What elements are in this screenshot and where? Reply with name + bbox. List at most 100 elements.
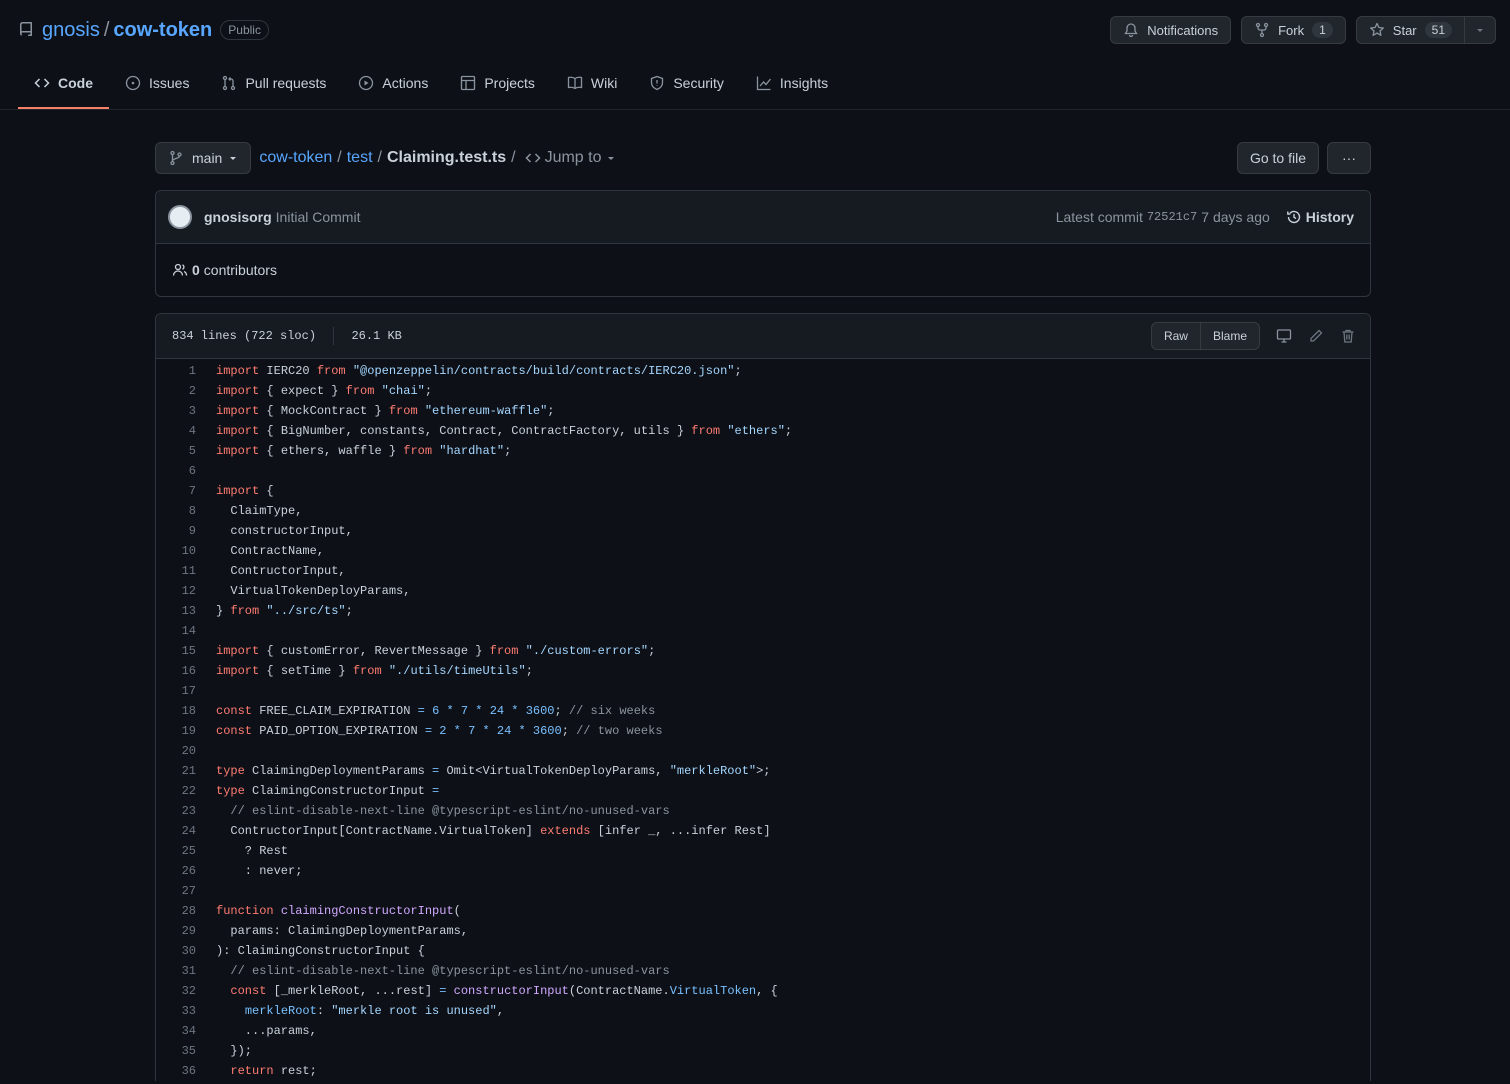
line-number[interactable]: 33 bbox=[156, 1004, 206, 1018]
history-link[interactable]: History bbox=[1286, 209, 1354, 225]
line-number[interactable]: 11 bbox=[156, 564, 206, 578]
graph-icon bbox=[756, 75, 772, 91]
line-number[interactable]: 28 bbox=[156, 904, 206, 918]
tab-insights-label: Insights bbox=[779, 75, 829, 91]
breadcrumb-separator: / bbox=[337, 149, 342, 166]
line-number[interactable]: 5 bbox=[156, 444, 206, 458]
line-number[interactable]: 30 bbox=[156, 944, 206, 958]
code-line: 33 merkleRoot: "merkle root is unused", bbox=[156, 1001, 1370, 1021]
code-view: 1 import IERC20 from "@openzeppelin/contr… bbox=[156, 359, 1370, 1081]
code-line: 15 import { customError, RevertMessage } … bbox=[156, 641, 1370, 661]
line-number[interactable]: 34 bbox=[156, 1024, 206, 1038]
line-number[interactable]: 25 bbox=[156, 844, 206, 858]
line-number[interactable]: 35 bbox=[156, 1044, 206, 1058]
repo-tabs: Code Issues Pull requests Actions Projec… bbox=[18, 59, 844, 109]
line-number[interactable]: 19 bbox=[156, 724, 206, 738]
repo-separator: / bbox=[103, 18, 110, 41]
avatar[interactable] bbox=[168, 205, 192, 229]
line-number[interactable]: 7 bbox=[156, 484, 206, 498]
code-line: 6 bbox=[156, 461, 1370, 481]
line-number[interactable]: 15 bbox=[156, 644, 206, 658]
line-number[interactable]: 1 bbox=[156, 364, 206, 378]
repo-name-link[interactable]: cow-token bbox=[113, 19, 212, 42]
star-button[interactable]: Star 51 bbox=[1355, 16, 1465, 44]
repo-owner-link[interactable]: gnosis bbox=[42, 19, 100, 42]
raw-button[interactable]: Raw bbox=[1150, 322, 1201, 350]
tab-insights[interactable]: Insights bbox=[740, 59, 844, 109]
code-line: 36 return rest; bbox=[156, 1061, 1370, 1081]
code-line: 34 ...params, bbox=[156, 1021, 1370, 1041]
tab-pull-requests-label: Pull requests bbox=[245, 75, 327, 91]
line-number[interactable]: 4 bbox=[156, 424, 206, 438]
line-number[interactable]: 6 bbox=[156, 464, 206, 478]
file-header: 834 lines (722 sloc) 26.1 KB Raw Blame bbox=[156, 314, 1370, 359]
branch-name: main bbox=[192, 150, 223, 166]
path-actions: Go to file ··· bbox=[1236, 142, 1371, 174]
commit-sha[interactable]: 72521c7 bbox=[1147, 210, 1197, 224]
tab-wiki[interactable]: Wiki bbox=[551, 59, 633, 109]
trash-icon[interactable] bbox=[1340, 328, 1356, 344]
branch-icon bbox=[168, 150, 184, 166]
code-line: 26 : never; bbox=[156, 861, 1370, 881]
history-icon bbox=[1286, 209, 1302, 225]
line-number[interactable]: 9 bbox=[156, 524, 206, 538]
commit-message[interactable]: Initial Commit bbox=[276, 209, 361, 225]
line-number[interactable]: 29 bbox=[156, 924, 206, 938]
bell-icon bbox=[1123, 22, 1139, 38]
line-number[interactable]: 14 bbox=[156, 624, 206, 638]
desktop-icon[interactable] bbox=[1276, 328, 1292, 344]
more-options-button[interactable]: ··· bbox=[1327, 142, 1371, 174]
code-line: 1 import IERC20 from "@openzeppelin/contr… bbox=[156, 361, 1370, 381]
commit-author[interactable]: gnosisorg bbox=[204, 209, 272, 225]
line-number[interactable]: 26 bbox=[156, 864, 206, 878]
tab-issues[interactable]: Issues bbox=[109, 59, 205, 109]
line-number[interactable]: 27 bbox=[156, 884, 206, 898]
line-number[interactable]: 12 bbox=[156, 584, 206, 598]
breadcrumb-separator: / bbox=[377, 149, 382, 166]
line-number[interactable]: 21 bbox=[156, 764, 206, 778]
line-number[interactable]: 10 bbox=[156, 544, 206, 558]
code-line: 22 type ClaimingConstructorInput = bbox=[156, 781, 1370, 801]
line-number[interactable]: 17 bbox=[156, 684, 206, 698]
jump-to-button[interactable]: Jump to bbox=[525, 149, 616, 167]
tab-security[interactable]: Security bbox=[633, 59, 740, 109]
line-number[interactable]: 2 bbox=[156, 384, 206, 398]
branch-select-button[interactable]: main bbox=[155, 142, 252, 174]
line-number[interactable]: 36 bbox=[156, 1064, 206, 1078]
line-number[interactable]: 24 bbox=[156, 824, 206, 838]
code-line: 9 constructorInput, bbox=[156, 521, 1370, 541]
line-number[interactable]: 20 bbox=[156, 744, 206, 758]
caret-down-icon bbox=[1475, 25, 1485, 35]
tab-actions-label: Actions bbox=[382, 75, 429, 91]
tab-pull-requests[interactable]: Pull requests bbox=[205, 59, 342, 109]
contributors-row[interactable]: 0 contributors bbox=[156, 244, 1370, 296]
line-number[interactable]: 23 bbox=[156, 804, 206, 818]
notifications-button[interactable]: Notifications bbox=[1110, 16, 1232, 44]
line-number[interactable]: 22 bbox=[156, 784, 206, 798]
line-number[interactable]: 8 bbox=[156, 504, 206, 518]
breadcrumb-folder-link[interactable]: test bbox=[347, 149, 373, 167]
history-label: History bbox=[1305, 209, 1354, 225]
line-number[interactable]: 18 bbox=[156, 704, 206, 718]
latest-commit-row: gnosisorg Initial Commit Latest commit 7… bbox=[156, 191, 1370, 244]
play-icon bbox=[358, 75, 374, 91]
code-line: 18 const FREE_CLAIM_EXPIRATION = 6 * 7 * … bbox=[156, 701, 1370, 721]
tab-actions[interactable]: Actions bbox=[342, 59, 444, 109]
line-number[interactable]: 32 bbox=[156, 984, 206, 998]
fork-button[interactable]: Fork 1 bbox=[1241, 16, 1346, 44]
code-icon bbox=[525, 150, 541, 166]
code-line: 3 import { MockContract } from "ethereum-… bbox=[156, 401, 1370, 421]
line-number[interactable]: 3 bbox=[156, 404, 206, 418]
tab-projects[interactable]: Projects bbox=[444, 59, 551, 109]
star-dropdown-button[interactable] bbox=[1465, 16, 1496, 44]
tab-code[interactable]: Code bbox=[18, 59, 109, 109]
breadcrumb-repo-link[interactable]: cow-token bbox=[259, 149, 332, 167]
line-number[interactable]: 13 bbox=[156, 604, 206, 618]
blame-button[interactable]: Blame bbox=[1200, 322, 1260, 350]
line-number[interactable]: 16 bbox=[156, 664, 206, 678]
line-number[interactable]: 31 bbox=[156, 964, 206, 978]
pencil-icon[interactable] bbox=[1308, 328, 1324, 344]
code-line: 28 function claimingConstructorInput( bbox=[156, 901, 1370, 921]
code-line: 30): ClaimingConstructorInput { bbox=[156, 941, 1370, 961]
go-to-file-button[interactable]: Go to file bbox=[1236, 142, 1319, 174]
